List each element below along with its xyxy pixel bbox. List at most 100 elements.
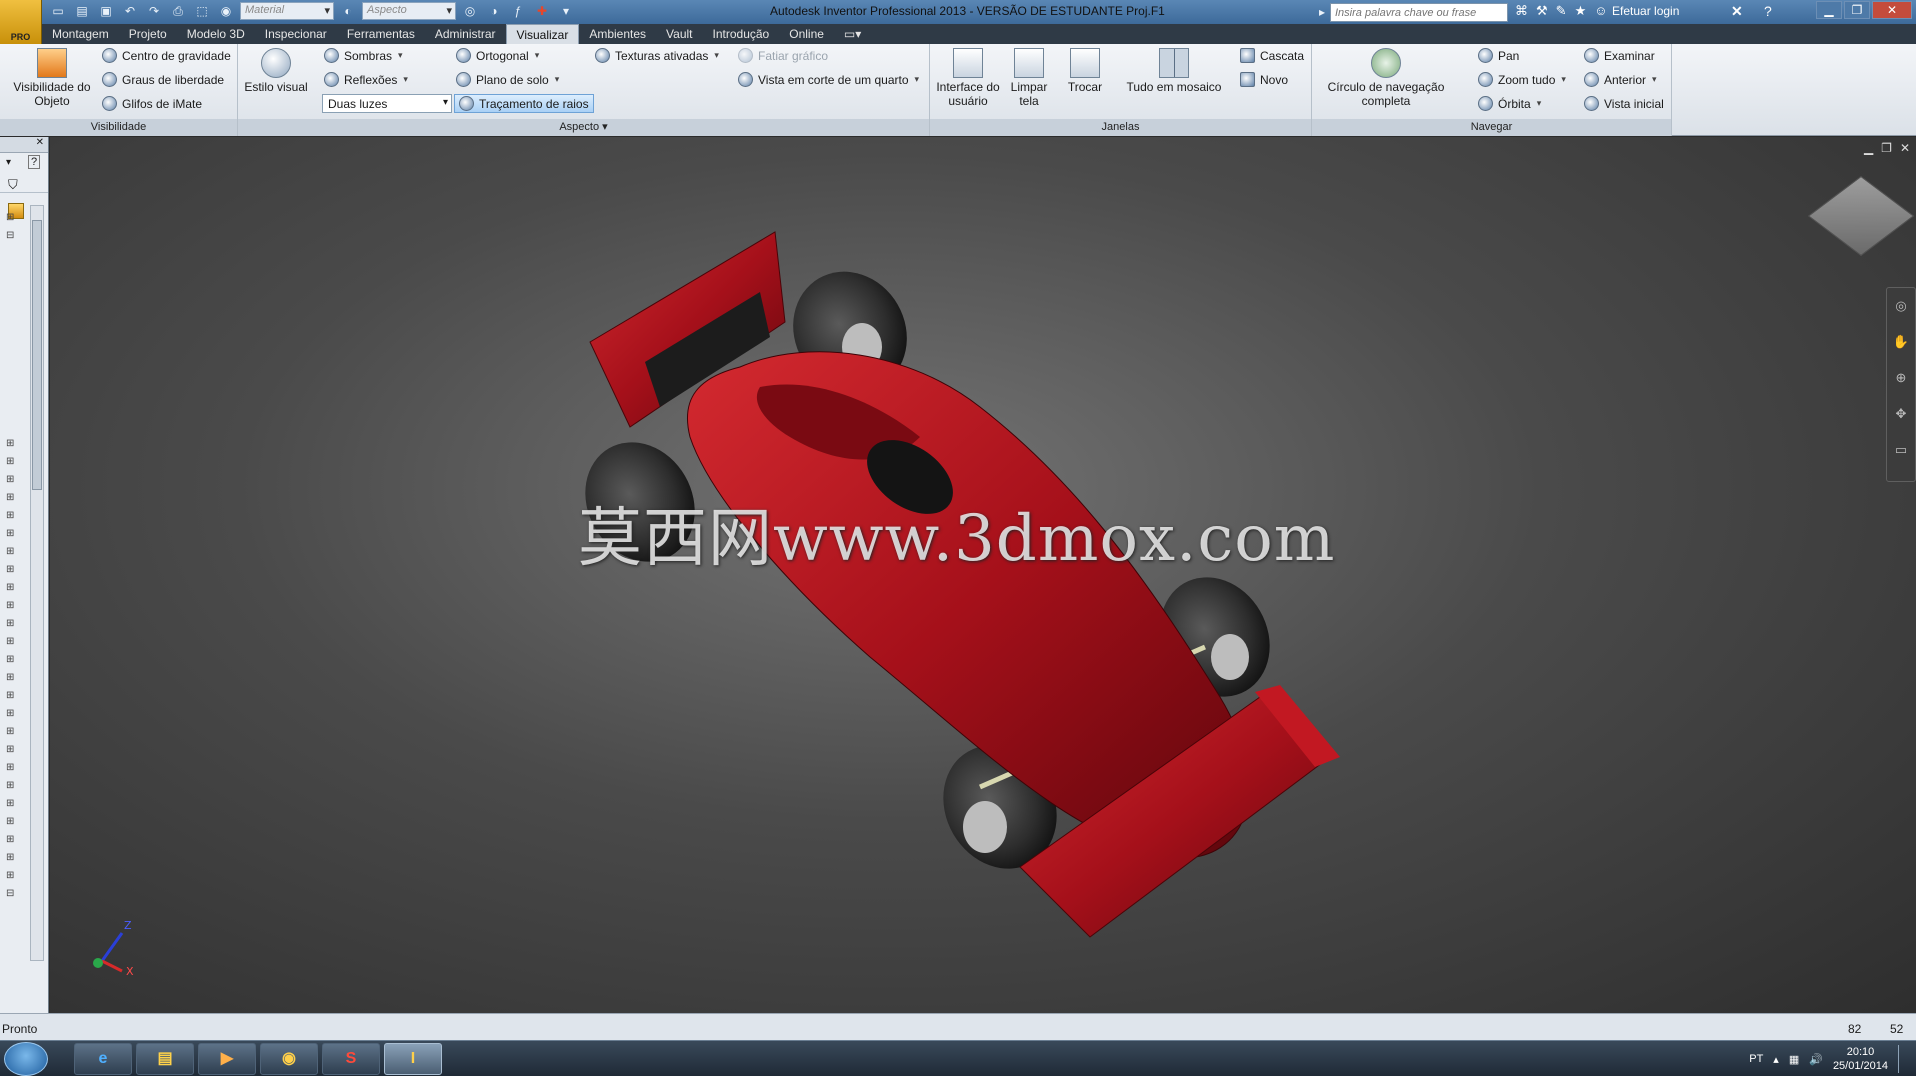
tab-ambientes[interactable]: Ambientes: [579, 24, 656, 44]
tab-introducao[interactable]: Introdução: [703, 24, 780, 44]
adjust-icon[interactable]: ◑: [484, 2, 504, 20]
browser-close-icon[interactable]: ✕: [0, 137, 48, 153]
switch-button[interactable]: Trocar: [1060, 48, 1110, 94]
add-icon[interactable]: ✚: [532, 2, 552, 20]
object-visibility-button[interactable]: Visibilidade do Objeto: [6, 48, 98, 108]
previous-view-button[interactable]: Anterior ▾: [1584, 70, 1657, 89]
media-player-icon[interactable]: ▶: [198, 1043, 256, 1075]
tree-expander[interactable]: ⊞: [6, 471, 20, 489]
imate-glyphs-button[interactable]: Glifos de iMate: [102, 94, 202, 113]
material-select[interactable]: Material: [240, 2, 334, 20]
home-view-button[interactable]: Vista inicial: [1584, 94, 1664, 113]
tree-expander[interactable]: ⊞: [6, 651, 20, 669]
pan-button[interactable]: Pan: [1478, 46, 1519, 65]
clock[interactable]: 20:10 25/01/2014: [1833, 1045, 1888, 1073]
reflections-button[interactable]: Reflexões ▾: [324, 70, 408, 89]
tab-vault[interactable]: Vault: [656, 24, 702, 44]
textures-on-button[interactable]: Texturas ativadas ▾: [595, 46, 719, 65]
tree-expander[interactable]: ⊞: [6, 741, 20, 759]
tree-expander[interactable]: ⊟: [6, 885, 20, 903]
browser-help-icon[interactable]: ?: [28, 155, 41, 169]
tree-expander[interactable]: ⊞: [6, 849, 20, 867]
clear-appearance-icon[interactable]: ◎: [460, 2, 480, 20]
tab-online[interactable]: Online: [779, 24, 834, 44]
tab-modelo-3d[interactable]: Modelo 3D: [177, 24, 255, 44]
application-menu-button[interactable]: PRO: [0, 0, 42, 44]
orbit-button[interactable]: Órbita ▾: [1478, 94, 1541, 113]
shadows-button[interactable]: Sombras ▾: [324, 46, 403, 65]
tree-expander[interactable]: ⊞: [6, 867, 20, 885]
browser-dropdown-icon[interactable]: ▾: [6, 157, 11, 168]
tab-visualizar[interactable]: Visualizar: [505, 24, 580, 44]
cascade-button[interactable]: Cascata: [1240, 46, 1304, 65]
tree-expander[interactable]: ⊞: [6, 813, 20, 831]
solidworks-icon[interactable]: S: [322, 1043, 380, 1075]
exchange-icon[interactable]: ✕: [1731, 3, 1743, 20]
login-link[interactable]: Efetuar login: [1612, 4, 1679, 18]
new-file-icon[interactable]: ▭: [48, 2, 68, 20]
slice-graphics-button[interactable]: Fatiar gráfico: [738, 46, 828, 65]
center-of-gravity-button[interactable]: Centro de gravidade: [102, 46, 231, 65]
star-icon[interactable]: ★: [1575, 3, 1587, 19]
tab-overflow-icon[interactable]: ▭▾: [834, 24, 871, 44]
language-indicator[interactable]: PT: [1749, 1053, 1763, 1065]
tab-ferramentas[interactable]: Ferramentas: [337, 24, 425, 44]
tray-expand-icon[interactable]: ▴: [1773, 1053, 1779, 1066]
undo-icon[interactable]: ↶: [120, 2, 140, 20]
clean-screen-button[interactable]: Limpar tela: [1006, 48, 1052, 108]
tree-expander[interactable]: ⊞: [6, 687, 20, 705]
tree-expander[interactable]: ⊞: [6, 831, 20, 849]
help-icon[interactable]: ?: [1764, 3, 1772, 19]
maximize-icon[interactable]: ❐: [1844, 1, 1870, 19]
open-file-icon[interactable]: ▤: [72, 2, 92, 20]
new-window-button[interactable]: Novo: [1240, 70, 1288, 89]
tree-expander[interactable]: ⊞: [6, 669, 20, 687]
tree-expander[interactable]: ⊟: [6, 227, 20, 245]
tree-expander[interactable]: ⊞: [6, 579, 20, 597]
tree-expander[interactable]: ⊞: [6, 453, 20, 471]
inventor-taskbar-icon[interactable]: I: [384, 1043, 442, 1075]
orthographic-button[interactable]: Ortogonal ▾: [456, 46, 539, 65]
binoculars-icon[interactable]: ⌘: [1515, 3, 1528, 19]
tree-expander[interactable]: ⊞: [6, 795, 20, 813]
show-desktop-button[interactable]: [1898, 1045, 1908, 1073]
tree-expander[interactable]: ⊞: [6, 633, 20, 651]
print-icon[interactable]: ⎙: [168, 2, 188, 20]
zoom-all-button[interactable]: Zoom tudo ▾: [1478, 70, 1566, 89]
tree-expander[interactable]: ⊞: [6, 723, 20, 741]
tree-expander[interactable]: ⊞: [6, 705, 20, 723]
tree-expander[interactable]: ⊞: [6, 507, 20, 525]
full-navigation-wheel-button[interactable]: Círculo de navegação completa: [1316, 48, 1456, 108]
browser-scrollbar[interactable]: [30, 205, 44, 961]
filter-icon[interactable]: ⛉: [8, 177, 18, 193]
search-arrow-icon[interactable]: ▸: [1312, 3, 1332, 21]
tab-projeto[interactable]: Projeto: [119, 24, 177, 44]
quarter-section-view-button[interactable]: Vista em corte de um quarto ▾: [738, 70, 919, 89]
tree-expander[interactable]: ⊞: [6, 209, 20, 227]
tree-expander[interactable]: ⊞: [6, 615, 20, 633]
tree-expander[interactable]: ⊞: [6, 777, 20, 795]
graphics-window[interactable]: ▁ ❐ ✕ ◎ ✋ ⊕ ✥ ▭ 莫西网www.3dmox.com Z X: [50, 137, 1916, 1013]
appearance-select[interactable]: Aspecto: [362, 2, 456, 20]
tree-expander[interactable]: ⊞: [6, 525, 20, 543]
degrees-of-freedom-button[interactable]: Graus de liberdade: [102, 70, 224, 89]
select-icon[interactable]: ⬚: [192, 2, 212, 20]
tile-all-button[interactable]: Tudo em mosaico: [1126, 48, 1222, 94]
look-at-button[interactable]: Examinar: [1584, 46, 1655, 65]
tab-administrar[interactable]: Administrar: [425, 24, 506, 44]
tools-icon[interactable]: ✎: [1556, 3, 1567, 19]
tree-expander[interactable]: ⊞: [6, 561, 20, 579]
close-icon[interactable]: ✕: [1872, 1, 1912, 19]
tree-expander[interactable]: ⊞: [6, 489, 20, 507]
minimize-icon[interactable]: ▁: [1816, 1, 1842, 19]
tab-inspecionar[interactable]: Inspecionar: [255, 24, 337, 44]
lighting-style-select[interactable]: Duas luzes: [322, 94, 452, 113]
tab-montagem[interactable]: Montagem: [42, 24, 119, 44]
scrollbar-thumb[interactable]: [32, 220, 42, 490]
chrome-icon[interactable]: ◉: [260, 1043, 318, 1075]
search-input[interactable]: [1330, 3, 1508, 22]
tree-expander[interactable]: ⊞: [6, 759, 20, 777]
network-icon[interactable]: ▦: [1789, 1053, 1799, 1066]
file-explorer-icon[interactable]: ▤: [136, 1043, 194, 1075]
save-icon[interactable]: ▣: [96, 2, 116, 20]
